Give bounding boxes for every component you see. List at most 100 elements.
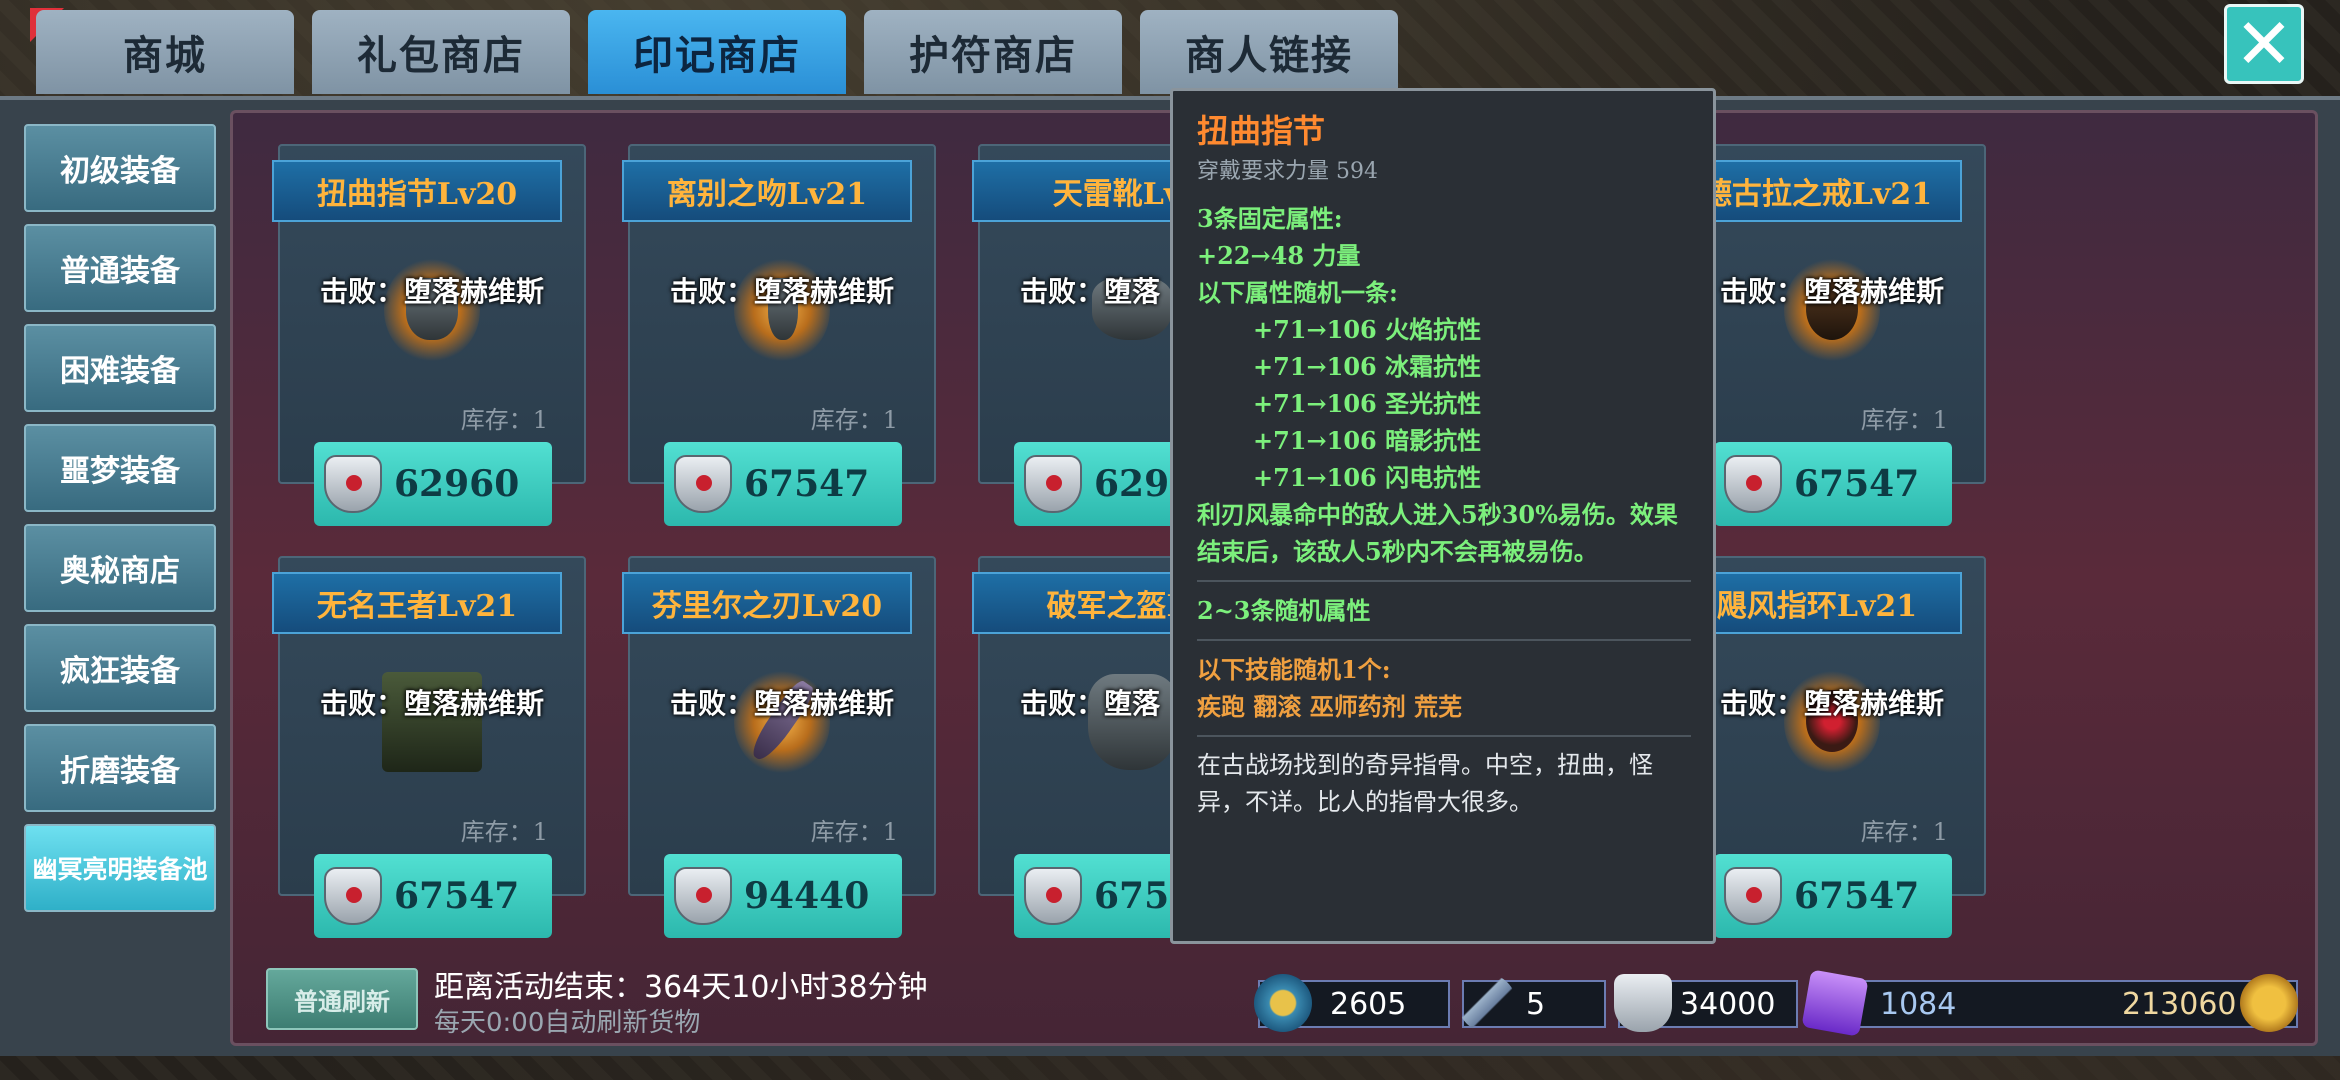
tooltip-effect: 利刃风暴命中的敌人进入5秒30%易伤。效果结束后，该敌人5秒内不会再被易伤。 [1197,500,1678,566]
item-price: 67547 [1794,463,1920,505]
sidebar-item-beginner[interactable]: 初级装备 [24,124,216,212]
sidebar-item-nether-pool[interactable]: 幽冥亮明装备池 [24,824,216,912]
tab-amulet-shop[interactable]: 护符商店 [864,10,1122,94]
currency-value: 5 [1526,986,1546,1022]
item-stock: 库存：1 [460,406,548,434]
currency-value: 213060 [2122,986,2237,1022]
tooltip-title: 扭曲指节 [1197,112,1326,150]
buy-button[interactable]: 67547 [664,442,902,526]
blade-icon [734,670,830,774]
item-source: 击败：堕落赫维斯 [1720,687,1945,720]
sidebar-item-nightmare[interactable]: 噩梦装备 [24,424,216,512]
tooltip-skill-header: 以下技能随机1个: [1197,655,1391,684]
item-card[interactable]: 无名王者Lv21 击败：堕落赫维斯 库存：1 67547 [272,556,586,938]
tab-sigil-shop[interactable]: 印记商店 [588,10,846,94]
category-sidebar: 初级装备 普通装备 困难装备 噩梦装备 奥秘商店 疯狂装备 折磨装备 幽冥亮明装… [24,124,216,924]
tooltip-skills: 疾跑 翻滚 巫师药剂 荒芜 [1197,692,1463,721]
tooltip-random-attr: +71→106 暗影抗性 [1253,426,1482,455]
tooltip-fixed-attr: +22→48 力量 [1197,241,1361,270]
item-title: 无名王者Lv21 [272,572,562,634]
item-price: 67547 [744,463,870,505]
currency-value: 34000 [1680,986,1776,1022]
item-source: 击败：堕落赫维斯 [320,687,545,720]
item-stock: 库存：1 [810,818,898,846]
item-tooltip: 扭曲指节 穿戴要求力量 594 3条固定属性: +22→48 力量 以下属性随机… [1170,88,1716,944]
item-source: 击败：堕落赫维斯 [670,687,895,720]
currency-crystal-gold: 1084 213060 [1801,969,2298,1037]
item-source: 击败：堕落赫维斯 [670,275,895,308]
crystal-icon [1801,969,1869,1037]
tooltip-random-count: 2~3条随机属性 [1197,596,1371,625]
item-card[interactable]: 扭曲指节Lv20 击败：堕落赫维斯 库存：1 62960 [272,144,586,526]
ring-icon [1784,258,1880,362]
armor-icon [382,670,482,774]
sigil-icon [674,867,732,925]
item-price: 67547 [1794,875,1920,917]
item-price: 62960 [394,463,520,505]
item-price: 94440 [744,875,870,917]
shop-tabs: 商城 礼包商店 印记商店 护符商店 商人链接 [36,10,1398,94]
currency-value: 1084 [1880,986,1957,1022]
item-card[interactable]: 飓风指环Lv21 击败：堕落赫维斯 库存：1 67547 [1672,556,1986,938]
buy-button[interactable]: 67547 [1714,442,1952,526]
close-button[interactable]: ✕ [2224,4,2304,84]
tooltip-random-attr: +71→106 火焰抗性 [1253,315,1482,344]
sigil-icon [324,867,382,925]
currency-sigil: 34000 [1614,974,1798,1032]
sidebar-item-hard[interactable]: 困难装备 [24,324,216,412]
tooltip-divider [1197,639,1691,641]
item-title: 芬里尔之刃Lv20 [622,572,912,634]
buy-button[interactable]: 94440 [664,854,902,938]
boots-icon [1084,258,1180,362]
sidebar-item-torment[interactable]: 折磨装备 [24,724,216,812]
tab-mall[interactable]: 商城 [36,10,294,94]
item-title: 离别之吻Lv21 [622,160,912,222]
sigil-icon [674,455,732,513]
tooltip-fixed-header: 3条固定属性: [1197,204,1343,233]
tab-gift-shop[interactable]: 礼包商店 [312,10,570,94]
item-card[interactable]: 芬里尔之刃Lv20 击败：堕落赫维斯 库存：1 94440 [622,556,936,938]
sigil-icon [324,455,382,513]
tooltip-random-attr: +71→106 冰霜抗性 [1253,352,1482,381]
gold-coin-icon [2240,974,2298,1032]
hammer-icon [1458,974,1516,1032]
sidebar-item-normal[interactable]: 普通装备 [24,224,216,312]
item-stock: 库存：1 [460,818,548,846]
buy-button[interactable]: 67547 [314,854,552,938]
tooltip-divider [1197,580,1691,582]
currency-value: 2605 [1330,986,1407,1022]
item-card[interactable]: 离别之吻Lv21 击败：堕落赫维斯 库存：1 67547 [622,144,936,526]
sigil-icon [1724,867,1782,925]
item-stock: 库存：1 [810,406,898,434]
sigil-icon [1724,455,1782,513]
refresh-button[interactable]: 普通刷新 [266,968,418,1030]
item-source: 击败：堕落赫维斯 [320,275,545,308]
sidebar-item-insane[interactable]: 疯狂装备 [24,624,216,712]
sidebar-item-arcane-shop[interactable]: 奥秘商店 [24,524,216,612]
tooltip-random-attr: +71→106 闪电抗性 [1253,463,1482,492]
tooltip-random-attr: +71→106 圣光抗性 [1253,389,1482,418]
sigil-icon [1614,974,1672,1032]
gear-coin-icon [1254,974,1312,1032]
tooltip-requirement: 穿戴要求力量 594 [1197,159,1378,184]
item-card[interactable]: 德古拉之戒Lv21 击败：堕落赫维斯 库存：1 67547 [1672,144,1986,526]
helmet-icon [1084,670,1180,774]
daily-refresh-note: 每天0:00自动刷新货物 [434,1008,701,1038]
item-stock: 库存：1 [1860,818,1948,846]
item-source: 击败：堕落赫维斯 [1720,275,1945,308]
tooltip-divider [1197,735,1691,737]
knuckle-icon [384,258,480,362]
currency-gear-coin: 2605 [1254,974,1450,1032]
buy-button[interactable]: 67547 [1714,854,1952,938]
item-price: 67547 [394,875,520,917]
close-icon: ✕ [2234,3,2294,85]
tooltip-random-header: 以下属性随机一条: [1197,278,1398,307]
buy-button[interactable]: 62960 [314,442,552,526]
dagger-icon [734,258,830,362]
event-countdown: 距离活动结束：364天10小时38分钟 [434,970,928,1005]
currency-hammer: 5 [1458,974,1606,1032]
item-title: 扭曲指节Lv20 [272,160,562,222]
tab-merchant-link[interactable]: 商人链接 [1140,10,1398,94]
sigil-icon [1024,867,1082,925]
item-stock: 库存：1 [1860,406,1948,434]
